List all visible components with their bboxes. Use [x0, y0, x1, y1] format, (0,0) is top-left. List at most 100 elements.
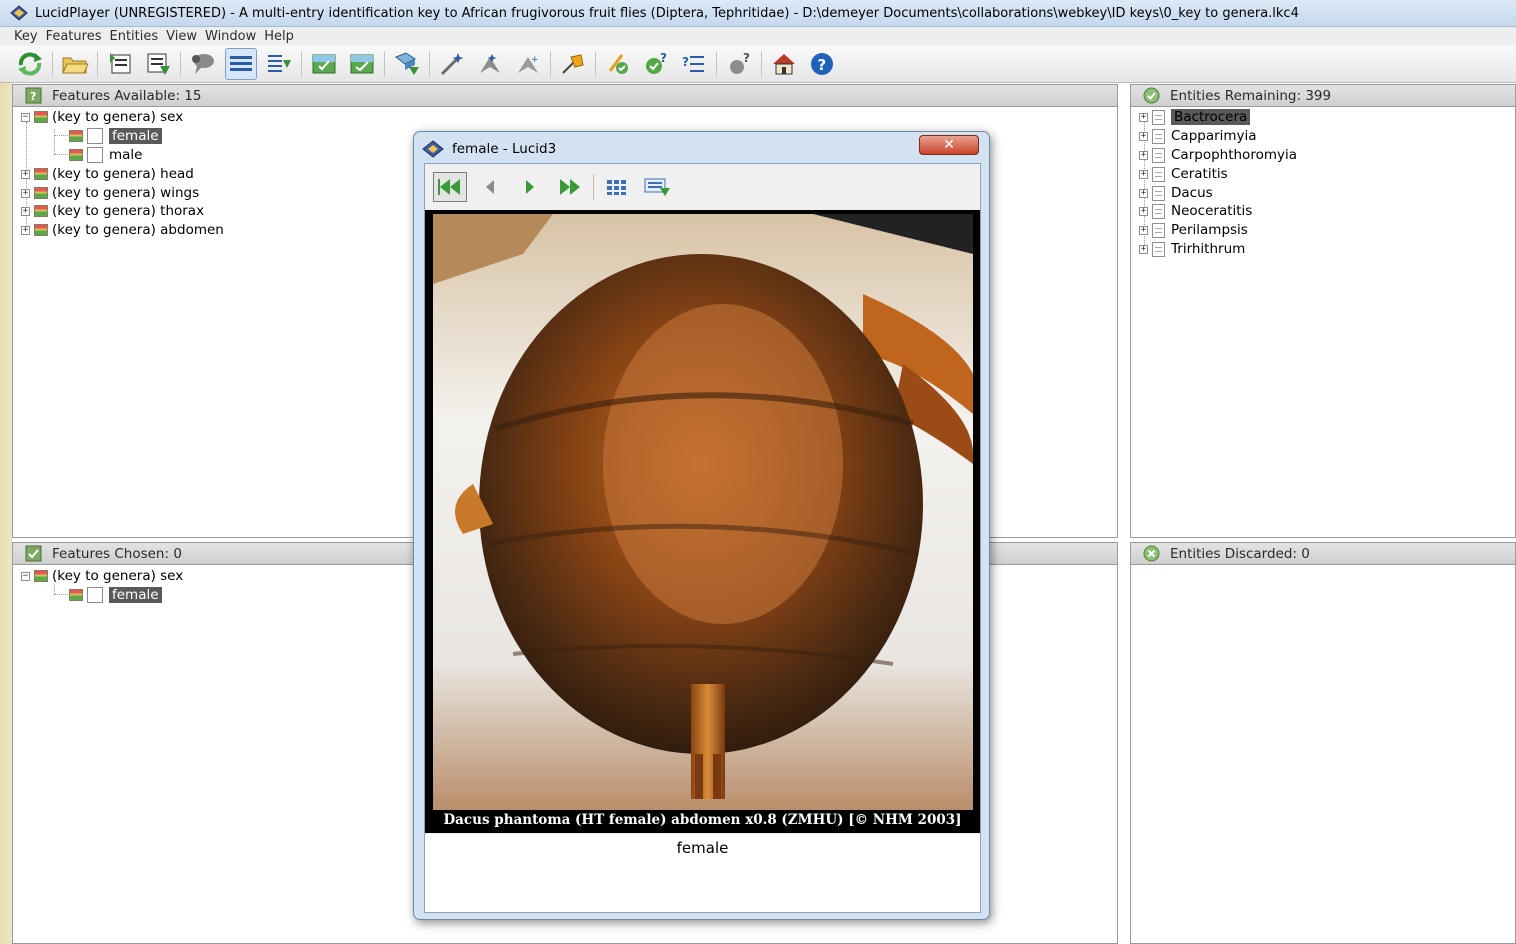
pin-button[interactable]	[557, 48, 589, 80]
last-image-button[interactable]	[553, 172, 587, 202]
image-view-alt-icon	[350, 54, 374, 73]
help-icon: ?	[811, 52, 833, 75]
expand-toggle-icon[interactable]: +	[1139, 225, 1148, 235]
specimen-photo	[433, 214, 973, 810]
svg-text:?: ?	[30, 90, 36, 103]
menu-view[interactable]: View	[166, 29, 197, 44]
entity-row-neoceratitis[interactable]: + Neoceratitis	[1139, 202, 1252, 220]
features-available-header: ? Features Available: 15	[13, 85, 1117, 107]
help-button[interactable]: ?	[806, 48, 838, 80]
state-row-female[interactable]: female	[69, 127, 162, 145]
menu-key[interactable]: Key	[14, 29, 38, 44]
magic-wand-button[interactable]	[436, 48, 468, 80]
find-button[interactable]: ?	[723, 48, 755, 80]
chosen-feature-row-sex[interactable]: − (key to genera) sex	[21, 567, 183, 585]
feature-row-wings[interactable]: + (key to genera) wings	[21, 184, 199, 202]
image-view-button[interactable]	[308, 48, 340, 80]
expand-toggle-icon[interactable]: +	[1139, 188, 1148, 198]
list-view-button[interactable]	[225, 47, 257, 80]
restart-button[interactable]	[14, 48, 46, 80]
feature-row-thorax[interactable]: + (key to genera) thorax	[21, 202, 204, 220]
state-checkbox[interactable]	[87, 587, 103, 603]
state-checkbox[interactable]	[87, 147, 103, 163]
image-icon[interactable]	[69, 149, 83, 161]
checklist-button[interactable]: ?	[678, 48, 710, 80]
dialog-toolbar-separator	[593, 173, 594, 200]
chosen-state-row-female[interactable]: female	[69, 586, 162, 604]
svg-text:?: ?	[682, 55, 689, 69]
document-icon	[1152, 185, 1165, 201]
open-button[interactable]	[59, 48, 91, 80]
what-icon: ?	[646, 51, 667, 74]
promote-button[interactable]	[104, 48, 136, 80]
feature-label: (key to genera) head	[52, 166, 194, 182]
prune-icon: +	[518, 55, 539, 73]
image-label-area: female	[425, 834, 980, 912]
expand-toggle-icon[interactable]: +	[1139, 169, 1148, 179]
entity-label: Capparimyia	[1171, 128, 1257, 144]
prune-button[interactable]: +	[512, 48, 544, 80]
entities-remaining-title: Entities Remaining: 399	[1170, 87, 1332, 104]
entity-label: Dacus	[1171, 185, 1213, 201]
previous-image-icon	[486, 179, 494, 194]
collapse-toggle-icon[interactable]: −	[21, 112, 30, 122]
collapse-toggle-icon[interactable]: −	[21, 571, 30, 581]
differences-icon	[608, 53, 628, 74]
entity-row-perilampsis[interactable]: + Perilampsis	[1139, 221, 1248, 239]
expand-toggle-icon[interactable]: +	[1139, 150, 1148, 160]
image-viewer-dialog: female - Lucid3 ✕ Dacus phantoma (HT fem…	[413, 131, 990, 920]
entity-row-dacus[interactable]: + Dacus	[1139, 184, 1213, 202]
tree-guide-line	[54, 154, 68, 155]
entity-row-ceratitis[interactable]: + Ceratitis	[1139, 165, 1228, 183]
home-button[interactable]	[768, 48, 800, 80]
collapse-list-button[interactable]	[263, 48, 295, 80]
image-icon[interactable]	[69, 589, 83, 601]
thumbnail-grid-button[interactable]	[600, 172, 634, 202]
menu-entities[interactable]: Entities	[109, 29, 158, 44]
image-icon[interactable]	[69, 130, 83, 142]
comment-button[interactable]	[187, 48, 219, 80]
expand-toggle-icon[interactable]: +	[1139, 131, 1148, 141]
expand-icon	[147, 53, 170, 75]
entity-label: Neoceratitis	[1171, 203, 1253, 219]
entity-row-bactrocera[interactable]: + Bactrocera	[1139, 108, 1251, 126]
state-row-male[interactable]: male	[69, 146, 142, 164]
expand-toggle-icon[interactable]: +	[21, 188, 30, 198]
expand-button[interactable]	[142, 48, 174, 80]
entities-discarded-panel: Entities Discarded: 0	[1130, 542, 1516, 944]
expand-toggle-icon[interactable]: +	[1139, 112, 1148, 122]
feature-row-abdomen[interactable]: + (key to genera) abdomen	[21, 221, 224, 239]
svg-text:?: ?	[743, 51, 750, 65]
what-button[interactable]: ?	[640, 48, 672, 80]
tree-guide-line	[54, 594, 68, 595]
entity-row-trirhithrum[interactable]: + Trirhithrum	[1139, 240, 1245, 258]
sort-button[interactable]	[391, 48, 423, 80]
expand-toggle-icon[interactable]: +	[21, 169, 30, 179]
expand-toggle-icon[interactable]: +	[1139, 206, 1148, 216]
previous-image-button[interactable]	[473, 172, 507, 202]
save-image-button[interactable]	[640, 172, 674, 202]
expand-toggle-icon[interactable]: +	[1139, 244, 1148, 254]
checklist-icon: ?	[682, 55, 704, 72]
state-label: female	[109, 128, 162, 144]
expand-toggle-icon[interactable]: +	[21, 225, 30, 235]
feature-row-head[interactable]: + (key to genera) head	[21, 165, 194, 183]
dialog-close-button[interactable]: ✕	[919, 135, 979, 155]
menu-features[interactable]: Features	[46, 29, 102, 44]
entity-row-capparimyia[interactable]: + Capparimyia	[1139, 127, 1257, 145]
state-checkbox[interactable]	[87, 128, 103, 144]
menu-help[interactable]: Help	[264, 29, 294, 44]
next-image-button[interactable]	[513, 172, 547, 202]
differences-button[interactable]	[602, 48, 634, 80]
entity-row-carpophthoromyia[interactable]: + Carpophthoromyia	[1139, 146, 1297, 164]
image-view-alt-button[interactable]	[346, 48, 378, 80]
first-image-button[interactable]	[433, 171, 467, 202]
expand-toggle-icon[interactable]: +	[21, 206, 30, 216]
list-view-icon	[230, 55, 252, 71]
best-button[interactable]	[474, 48, 506, 80]
entities-discarded-header: Entities Discarded: 0	[1131, 543, 1515, 565]
collapse-list-icon	[268, 54, 291, 72]
feature-label: (key to genera) abdomen	[52, 222, 224, 238]
menu-window[interactable]: Window	[205, 29, 256, 44]
feature-row-sex[interactable]: − (key to genera) sex	[21, 108, 183, 126]
